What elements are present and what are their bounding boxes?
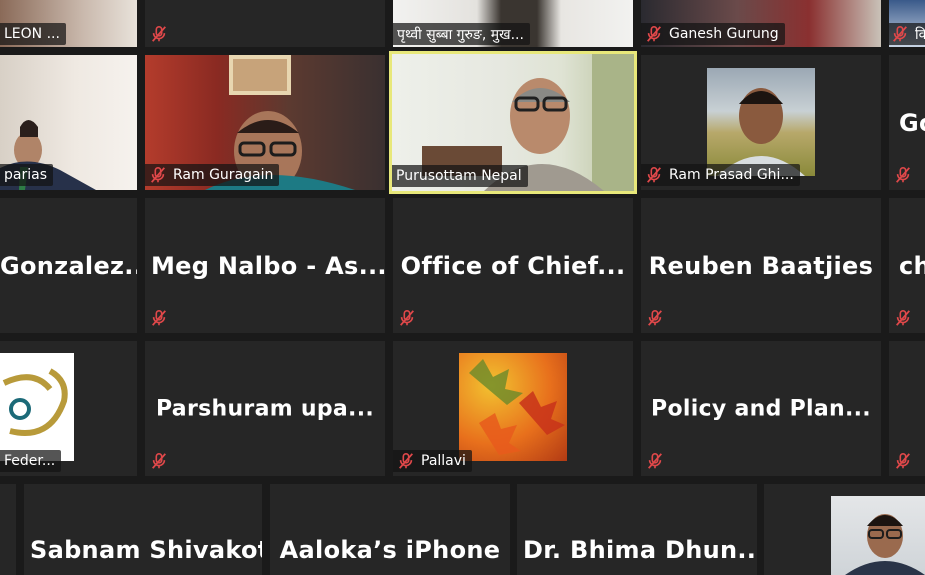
muted-mic-icon xyxy=(647,166,661,183)
participant-name: Purusottam Nepal xyxy=(396,168,522,184)
participant-name-tag: Ram Prasad Ghi... xyxy=(641,164,800,186)
participant-name-tag: कि xyxy=(889,23,925,45)
participant-display-name: Reuben Baatjies xyxy=(648,251,874,280)
muted-mic-icon xyxy=(399,452,413,469)
participant-tile[interactable]: ch xyxy=(889,198,925,333)
participant-tile[interactable]: कि xyxy=(889,0,925,47)
participant-tile[interactable]: Reuben Baatjies xyxy=(641,198,881,333)
muted-mic-icon xyxy=(648,309,662,326)
participant-display-name: Meg Nalbo - As... xyxy=(151,251,385,280)
participant-display-name: Dr. Bhima Dhun... xyxy=(523,536,757,564)
participant-name-tag: पृथ्वी सुब्बा गुरुङ, मुख... xyxy=(393,23,530,45)
participant-display-name: Parshuram upa... xyxy=(155,396,375,421)
muted-mic-indicator xyxy=(891,164,915,186)
muted-mic-icon xyxy=(400,309,414,326)
muted-mic-icon xyxy=(893,25,907,42)
muted-mic-indicator xyxy=(891,307,915,329)
participant-display-name: ch xyxy=(899,251,925,280)
muted-mic-icon xyxy=(896,166,910,183)
participant-display-name: Office of Chief... xyxy=(400,251,626,280)
participant-display-name: Aaloka’s iPhone xyxy=(279,536,501,564)
participant-name-tag: Feder... xyxy=(0,450,62,472)
participant-name: LEON ... xyxy=(4,26,60,42)
participant-tile[interactable]: Meg Nalbo - As... xyxy=(145,198,385,333)
participant-name: parias xyxy=(4,167,47,183)
muted-mic-icon xyxy=(896,309,910,326)
muted-mic-indicator xyxy=(891,450,915,472)
participant-display-name: Sabnam Shivakoti xyxy=(30,536,262,564)
muted-mic-icon xyxy=(648,452,662,469)
participant-tile[interactable]: Aaloka’s iPhone xyxy=(270,484,510,575)
participant-avatar xyxy=(0,353,74,461)
participant-tile[interactable]: Feder... xyxy=(0,341,137,476)
participant-tile[interactable]: Office of Chief... xyxy=(393,198,633,333)
participant-avatar xyxy=(831,496,925,575)
participant-name: Ganesh Gurung xyxy=(669,26,779,42)
participant-name: Ram Guragain xyxy=(173,167,274,183)
participant-avatar xyxy=(459,353,567,461)
participant-name: Ram Prasad Ghi... xyxy=(669,167,794,183)
participant-name-tag: parias xyxy=(0,164,53,186)
participant-tile-speaking[interactable]: Purusottam Nepal xyxy=(389,51,637,194)
muted-mic-indicator xyxy=(643,307,667,329)
muted-mic-indicator xyxy=(147,450,171,472)
organization-logo xyxy=(2,368,68,436)
participant-tile[interactable]: Sabnam Shivakoti xyxy=(24,484,262,575)
participant-name: Feder... xyxy=(4,453,56,469)
participant-name: कि xyxy=(915,26,925,43)
participant-tile[interactable] xyxy=(764,484,925,575)
participant-avatar xyxy=(707,68,815,176)
autumn-leaves-image xyxy=(469,359,565,455)
participant-tile[interactable] xyxy=(145,0,385,47)
participant-name-tag: Ganesh Gurung xyxy=(641,23,785,45)
muted-mic-icon xyxy=(896,452,910,469)
participant-name-tag: Purusottam Nepal xyxy=(392,165,528,187)
avatar-photo xyxy=(717,88,805,176)
muted-mic-indicator xyxy=(147,23,171,45)
participant-tile[interactable]: Ram Prasad Ghi... xyxy=(641,55,881,190)
muted-mic-icon xyxy=(647,25,661,42)
participant-tile[interactable] xyxy=(0,484,16,575)
muted-mic-icon xyxy=(152,452,166,469)
participant-tile[interactable]: Go xyxy=(889,55,925,190)
participant-display-name: Gonzalez... xyxy=(0,251,137,280)
participant-tile[interactable]: Policy and Plan... xyxy=(641,341,881,476)
participant-tile[interactable]: LEON ... xyxy=(0,0,137,47)
muted-mic-indicator xyxy=(643,450,667,472)
avatar-photo xyxy=(845,514,925,575)
participant-display-name: Policy and Plan... xyxy=(651,396,871,421)
participant-tile[interactable]: parias xyxy=(0,55,137,190)
participant-name-tag: LEON ... xyxy=(0,23,66,45)
participant-tile[interactable] xyxy=(889,341,925,476)
participant-tile[interactable]: Ganesh Gurung xyxy=(641,0,881,47)
participant-name: Pallavi xyxy=(421,453,466,469)
participant-name: पृथ्वी सुब्बा गुरुङ, मुख... xyxy=(397,26,524,43)
participant-name-tag: Pallavi xyxy=(393,450,472,472)
muted-mic-indicator xyxy=(147,307,171,329)
muted-mic-indicator xyxy=(395,307,419,329)
participant-tile[interactable]: Gonzalez... xyxy=(0,198,137,333)
muted-mic-icon xyxy=(152,25,166,42)
participant-tile[interactable]: Dr. Bhima Dhun... xyxy=(517,484,757,575)
participant-tile[interactable]: पृथ्वी सुब्बा गुरुङ, मुख... xyxy=(393,0,633,47)
participant-tile[interactable]: Ram Guragain xyxy=(145,55,385,190)
participant-tile[interactable]: Pallavi xyxy=(393,341,633,476)
muted-mic-icon xyxy=(151,166,165,183)
participant-tile[interactable]: Parshuram upa... xyxy=(145,341,385,476)
participant-name-tag: Ram Guragain xyxy=(145,164,280,186)
muted-mic-icon xyxy=(152,309,166,326)
participant-display-name: Go xyxy=(899,108,925,137)
